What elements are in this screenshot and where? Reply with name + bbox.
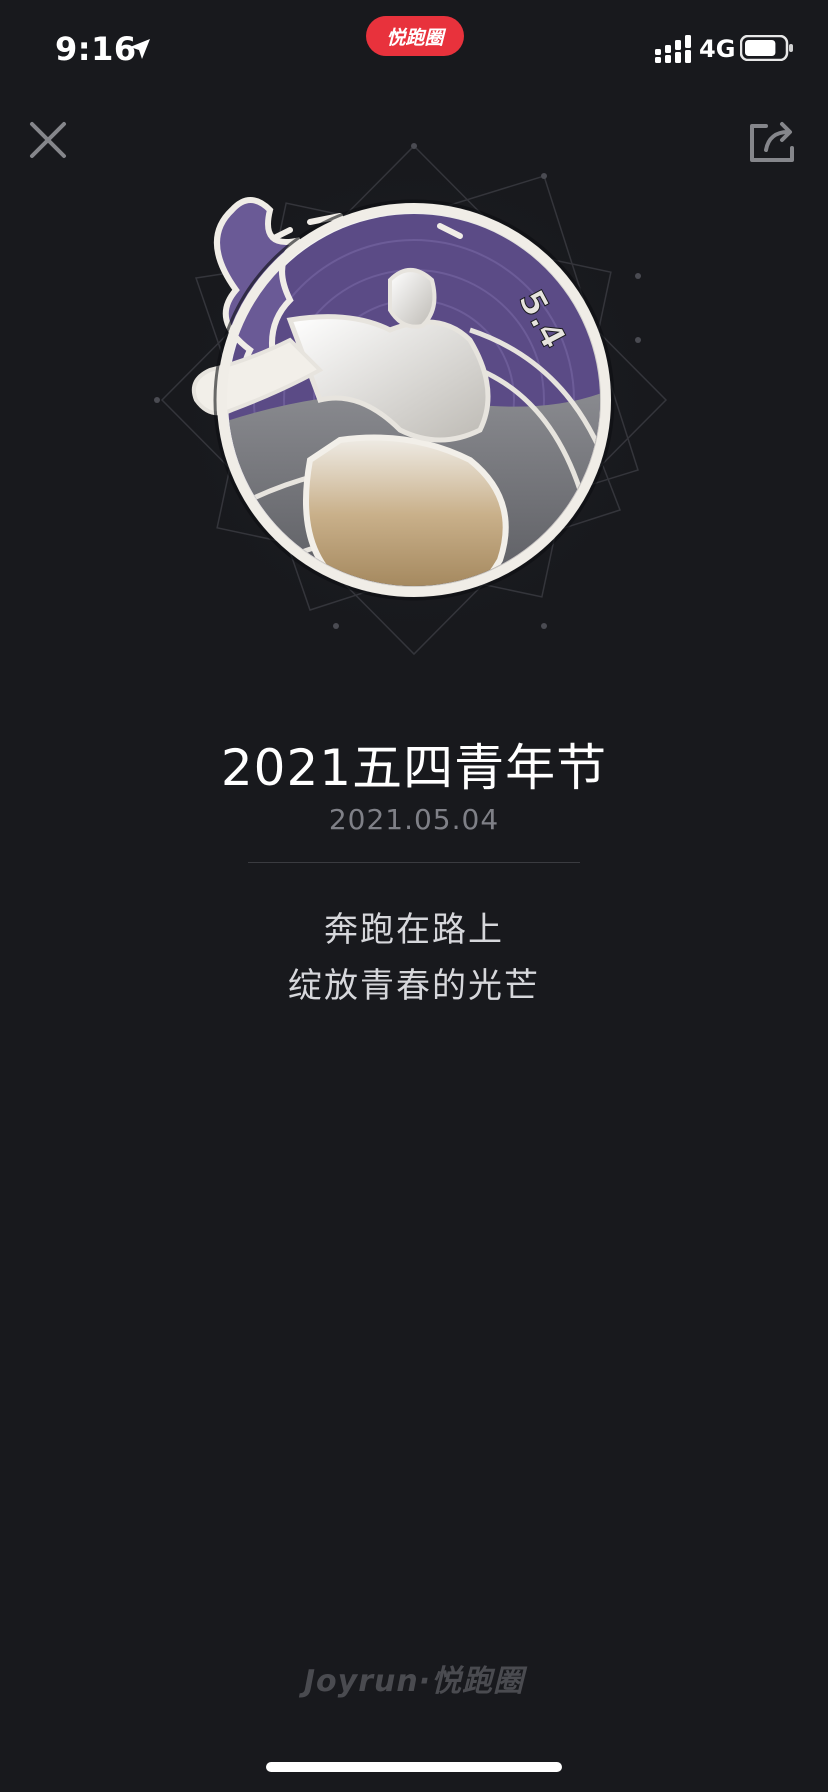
network-type: 4G [699, 35, 736, 63]
share-icon [750, 122, 794, 162]
medal-detail-screen: 9:16 悦跑圈 4G 5.4 2021五四青年节 2021.05.04 奔跑在… [0, 0, 828, 1792]
signal-icon [655, 35, 691, 63]
footer-brand-logo: Joyrun·悦跑圈 [303, 1664, 525, 1699]
divider [248, 862, 580, 863]
medal-title: 2021五四青年节 [220, 739, 608, 797]
status-bar: 9:16 悦跑圈 4G [0, 0, 828, 100]
slogan-line-1: 奔跑在路上 [324, 910, 504, 950]
location-arrow-icon [130, 39, 150, 59]
home-indicator [266, 1762, 562, 1772]
close-button[interactable] [24, 116, 72, 164]
medal-badge: 5.4 [154, 143, 668, 656]
medal-date: 2021.05.04 [328, 803, 500, 836]
share-button[interactable] [744, 116, 800, 168]
back-to-app-pill[interactable]: 悦跑圈 [366, 16, 464, 56]
battery-icon [740, 35, 793, 61]
status-time: 9:16 [55, 30, 137, 68]
slogan-line-2: 绽放青春的光芒 [288, 966, 540, 1006]
close-icon [30, 122, 66, 158]
